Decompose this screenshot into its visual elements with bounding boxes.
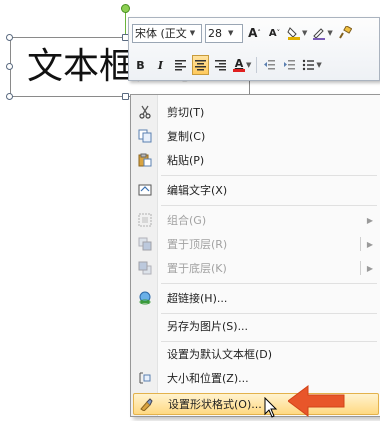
menu-item-save-as-picture[interactable]: 另存为图片(S)... — [133, 315, 379, 337]
font-size-dropdown[interactable]: 28 ▼ — [205, 23, 243, 43]
menu-separator — [161, 341, 377, 342]
align-left-icon — [175, 60, 186, 71]
menu-item-label: 编辑文字(X) — [167, 184, 228, 197]
chevron-down-icon: ▼ — [228, 29, 234, 37]
menu-separator — [161, 313, 377, 314]
align-right-icon — [215, 60, 226, 71]
caret-up-icon: ˄ — [257, 29, 261, 37]
paste-icon — [133, 149, 157, 171]
edit-text-icon — [133, 179, 157, 201]
rotation-handle[interactable] — [121, 4, 130, 13]
menu-item-cut[interactable]: 剪切(T) — [133, 101, 379, 123]
menu-item-set-default-text-box[interactable]: 设置为默认文本框(D) — [133, 343, 379, 365]
menu-separator — [161, 205, 377, 206]
decrease-indent-icon — [264, 60, 276, 70]
resize-handle-top-left[interactable] — [6, 34, 13, 41]
annotation-arrow-icon — [288, 385, 345, 417]
shrink-font-icon: A — [268, 27, 277, 39]
scissors-icon — [133, 101, 157, 123]
menu-item-bring-to-front: 置于顶层(R) ▶ — [133, 233, 379, 255]
chevron-down-icon: ▼ — [246, 61, 252, 69]
resize-handle-left[interactable] — [6, 63, 13, 70]
hyperlink-icon — [133, 287, 157, 309]
menu-item-copy[interactable]: 复制(C) — [133, 125, 379, 147]
pencil-icon — [313, 28, 326, 40]
menu-item-label: 组合(G) — [167, 214, 207, 227]
chevron-down-icon: ▼ — [189, 29, 196, 37]
align-right-button[interactable] — [212, 55, 229, 75]
resize-handle-bottom[interactable] — [122, 93, 129, 100]
mini-toolbar-row-2: B I A ▼ ▼ — [132, 54, 323, 76]
menu-item-label: 设置形状格式(O)... — [168, 398, 262, 411]
menu-item-send-to-back: 置于底层(K) ▶ — [133, 257, 379, 279]
chevron-down-icon: ▼ — [302, 29, 308, 37]
font-name-value: 宋体 (正文 — [135, 27, 187, 40]
chevron-down-icon: ▼ — [327, 29, 333, 37]
toolbar-separator — [256, 57, 258, 73]
paint-bucket-icon — [287, 27, 300, 40]
decrease-indent-button[interactable] — [261, 55, 278, 75]
increase-indent-button[interactable] — [281, 55, 298, 75]
align-left-button[interactable] — [172, 55, 189, 75]
grow-font-icon: A — [248, 26, 258, 40]
caret-down-icon: ˅ — [276, 29, 281, 37]
align-center-button[interactable] — [192, 55, 209, 75]
format-painter-icon — [339, 26, 353, 39]
format-painter-button[interactable] — [337, 23, 354, 43]
split-divider — [360, 261, 361, 275]
split-divider — [360, 237, 361, 251]
chevron-down-icon: ▼ — [316, 61, 322, 69]
italic-button[interactable]: I — [152, 55, 169, 75]
menu-item-group: 组合(G) ▶ — [133, 209, 379, 231]
bullets-button[interactable]: ▼ — [301, 55, 322, 75]
menu-separator — [161, 175, 377, 176]
menu-item-label: 粘贴(P) — [167, 154, 205, 167]
font-color-swatch — [233, 69, 245, 72]
send-to-back-icon — [133, 257, 157, 279]
menu-item-label: 超链接(H)... — [167, 292, 228, 305]
menu-separator — [161, 283, 377, 284]
menu-item-hyperlink[interactable]: 超链接(H)... — [133, 287, 379, 309]
format-shape-icon — [134, 393, 158, 415]
bold-button[interactable]: B — [132, 55, 149, 75]
menu-item-edit-text[interactable]: 编辑文字(X) — [133, 179, 379, 201]
align-center-icon — [195, 60, 206, 71]
fill-color-button[interactable]: ▼ — [286, 23, 308, 43]
size-position-icon — [133, 367, 157, 389]
bullet-list-icon — [303, 59, 315, 71]
mini-toolbar: 宋体 (正文 ▼ 28 ▼ A ˄ A ˅ ▼ ▼ B I A ▼ ▼ — [128, 17, 380, 81]
submenu-arrow-icon: ▶ — [366, 263, 373, 273]
copy-icon — [133, 125, 157, 147]
mouse-cursor-icon — [264, 397, 278, 418]
font-color-icon: A — [234, 57, 244, 70]
shrink-font-button[interactable]: A ˅ — [266, 23, 283, 43]
mini-toolbar-row-1: 宋体 (正文 ▼ 28 ▼ A ˄ A ˅ ▼ ▼ — [132, 22, 354, 44]
grow-font-button[interactable]: A ˄ — [246, 23, 263, 43]
menu-item-label: 置于顶层(R) — [167, 238, 228, 251]
resize-handle-bottom-left[interactable] — [6, 93, 13, 100]
menu-item-label: 复制(C) — [167, 130, 206, 143]
submenu-arrow-icon: ▶ — [366, 215, 373, 225]
font-size-value: 28 — [208, 26, 222, 40]
menu-item-label: 设置为默认文本框(D) — [167, 348, 273, 361]
submenu-arrow-icon: ▶ — [366, 239, 373, 249]
bring-to-front-icon — [133, 233, 157, 255]
font-name-dropdown[interactable]: 宋体 (正文 ▼ — [132, 23, 202, 43]
font-color-button[interactable]: A ▼ — [232, 55, 252, 75]
menu-item-label: 置于底层(K) — [167, 262, 227, 275]
context-menu: 剪切(T) 复制(C) 粘贴(P) 编辑文字(X) 组合(G) ▶ 置于顶层(R… — [130, 94, 380, 417]
group-icon — [133, 209, 157, 231]
menu-item-label: 另存为图片(S)... — [167, 320, 249, 333]
menu-item-label: 剪切(T) — [167, 106, 205, 119]
menu-item-paste[interactable]: 粘贴(P) — [133, 149, 379, 171]
menu-item-label: 大小和位置(Z)... — [167, 372, 249, 385]
increase-indent-icon — [284, 60, 296, 70]
line-color-button[interactable]: ▼ — [311, 23, 333, 43]
